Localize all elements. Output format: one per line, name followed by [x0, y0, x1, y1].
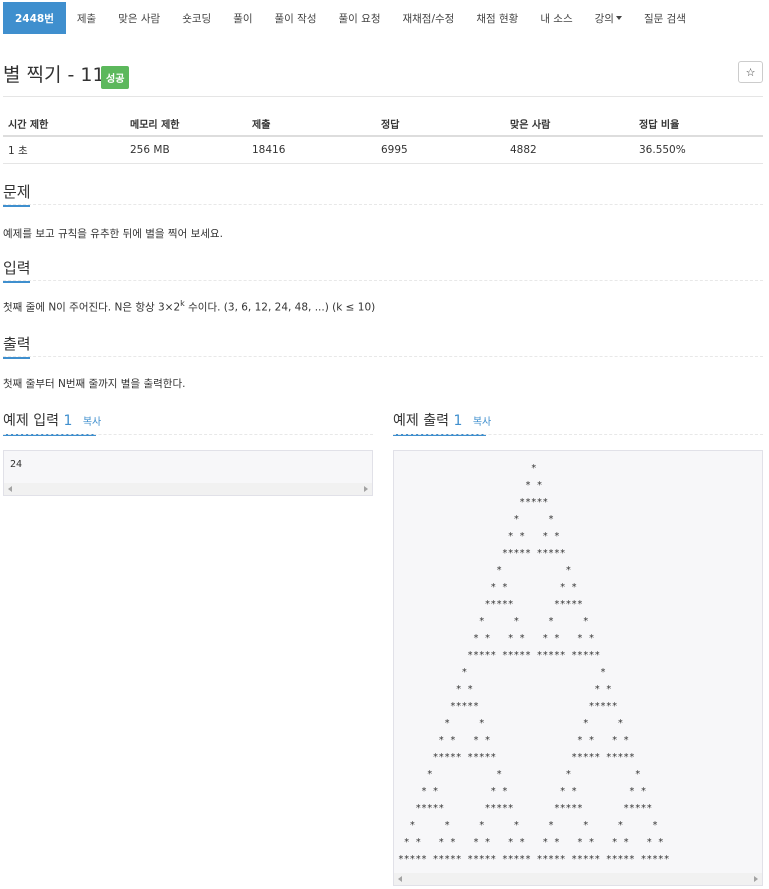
problem-heading-underline [3, 205, 30, 207]
nav-solved-users[interactable]: 맞은 사람 [107, 2, 171, 34]
sample-input-label: 예제 입력 [3, 413, 59, 429]
output-heading: 출력 [3, 333, 31, 359]
nav-request-solution[interactable]: 풀이 요청 [328, 2, 392, 34]
nav-status[interactable]: 채점 현황 [465, 2, 529, 34]
info-header-ratio: 정답 비율 [639, 119, 680, 131]
sample-input-text: 24 [10, 459, 23, 470]
status-badge: 성공 [101, 66, 130, 89]
problem-heading-rule [3, 204, 763, 205]
info-ratio: 36.550% [639, 144, 686, 156]
input-description: 첫째 줄에 N이 주어진다. N은 항상 3×2k 수이다. (3, 6, 12… [3, 299, 375, 315]
copy-sample-output-button[interactable]: 복사 [473, 417, 491, 428]
sample-output-number: 1 [453, 413, 463, 429]
info-time-limit: 1 초 [8, 144, 28, 157]
problem-title-row: 별 찍기 - 11 성공 ☆ [3, 60, 763, 89]
nav-my-source[interactable]: 내 소스 [529, 2, 583, 34]
nav-problem-number[interactable]: 2448번 [3, 2, 66, 34]
nav-question-search[interactable]: 질문 검색 [633, 2, 697, 34]
problem-info-table: 시간 제한 메모리 제한 제출 정답 맞은 사람 정답 비율 1 초 256 M… [3, 111, 763, 164]
info-header-submissions: 제출 [252, 119, 271, 131]
input-description-tail: 수이다. (3, 6, 12, 24, 48, ...) (k ≤ 10) [184, 301, 376, 314]
sample-output-scrollbar[interactable] [394, 873, 762, 885]
nav-write-solution[interactable]: 풀이 작성 [264, 2, 328, 34]
problem-title: 별 찍기 - 11 [3, 64, 105, 86]
info-solved-users: 4882 [510, 144, 537, 156]
sample-input-scrollbar[interactable] [4, 483, 372, 495]
copy-sample-input-button[interactable]: 복사 [83, 417, 101, 428]
sample-output-text: * * * ***** * * * * * * ***** ***** * * … [398, 463, 670, 865]
favorite-button[interactable]: ☆ [738, 61, 763, 83]
sample-input-box: 24 [3, 450, 373, 496]
output-heading-underline [3, 357, 30, 359]
problem-heading: 문제 [3, 181, 31, 207]
caret-down-icon [615, 16, 622, 20]
input-heading-underline [3, 281, 30, 283]
info-header-accepted: 정답 [381, 119, 400, 131]
input-heading: 입력 [3, 257, 31, 283]
sample-output-label: 예제 출력 [393, 413, 449, 429]
nav-solutions[interactable]: 풀이 [222, 2, 263, 34]
info-header-row: 시간 제한 메모리 제한 제출 정답 맞은 사람 정답 비율 [3, 111, 763, 137]
output-heading-rule [3, 356, 763, 357]
info-accepted: 6995 [381, 144, 408, 156]
sample-input-number: 1 [63, 413, 73, 429]
sample-input-rule [3, 434, 373, 435]
problem-heading-text: 문제 [3, 183, 31, 201]
nav-rejudge[interactable]: 재채점/수정 [391, 2, 465, 34]
star-outline-icon: ☆ [745, 65, 756, 79]
output-description: 첫째 줄부터 N번째 줄까지 별을 출력한다. [3, 378, 186, 390]
nav-short-coding[interactable]: 숏코딩 [171, 2, 222, 34]
problem-nav: 2448번 제출 맞은 사람 숏코딩 풀이 풀이 작성 풀이 요청 재채점/수정… [3, 2, 697, 34]
input-description-main: 첫째 줄에 N이 주어진다. N은 항상 3×2 [3, 301, 181, 314]
nav-lecture-dropdown[interactable]: 강의 [584, 2, 633, 34]
input-heading-text: 입력 [3, 259, 31, 277]
sample-output-heading: 예제 출력 1 복사 [393, 410, 491, 436]
problem-description: 예제를 보고 규칙을 유추한 뒤에 별을 찍어 보세요. [3, 228, 223, 240]
output-heading-text: 출력 [3, 335, 31, 353]
sample-input-heading: 예제 입력 1 복사 [3, 410, 101, 436]
info-submissions: 18416 [252, 144, 286, 156]
scroll-right-icon[interactable] [364, 486, 368, 492]
nav-lecture-label: 강의 [594, 12, 614, 25]
nav-submit[interactable]: 제출 [66, 2, 107, 34]
scroll-left-icon[interactable] [398, 876, 402, 882]
info-header-time-limit: 시간 제한 [8, 119, 49, 131]
info-header-solved-users: 맞은 사람 [510, 119, 551, 131]
info-value-row: 1 초 256 MB 18416 6995 4882 36.550% [3, 137, 763, 164]
info-memory-limit: 256 MB [130, 144, 170, 156]
input-heading-rule [3, 280, 763, 281]
scroll-right-icon[interactable] [754, 876, 758, 882]
title-divider [3, 96, 763, 97]
scroll-left-icon[interactable] [8, 486, 12, 492]
info-header-memory-limit: 메모리 제한 [130, 119, 180, 131]
sample-output-rule [393, 434, 763, 435]
sample-output-box: * * * ***** * * * * * * ***** ***** * * … [393, 450, 763, 886]
